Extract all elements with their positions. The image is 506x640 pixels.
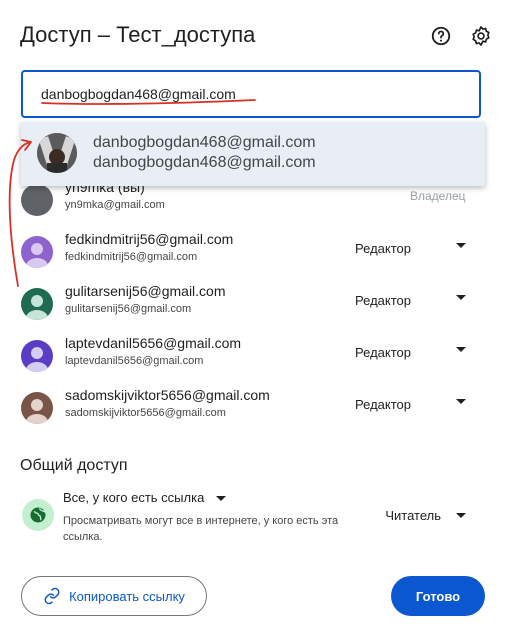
general-access-heading: Общий доступ bbox=[20, 457, 128, 474]
gear-icon bbox=[472, 26, 490, 46]
suggestion-item[interactable]: danbogbogdan468@gmail.com danbogbogdan46… bbox=[21, 122, 485, 186]
person-row: gulitarsenij56@gmail.com gulitarsenij56@… bbox=[0, 283, 506, 335]
link-role-dropdown[interactable]: Читатель bbox=[385, 508, 441, 523]
chevron-down-icon[interactable] bbox=[456, 513, 466, 518]
general-access-option: Все, у кого есть ссылка bbox=[63, 490, 205, 505]
avatar bbox=[21, 236, 53, 268]
chevron-down-icon bbox=[215, 496, 226, 502]
suggestion-name: danbogbogdan468@gmail.com bbox=[93, 134, 316, 151]
person-email: sadomskijviktor5656@gmail.com bbox=[65, 407, 226, 419]
person-name: sadomskijviktor5656@gmail.com bbox=[65, 387, 270, 403]
avatar bbox=[21, 340, 53, 372]
role-dropdown[interactable]: Редактор bbox=[355, 345, 411, 360]
owner-label: Владелец bbox=[410, 189, 466, 203]
chevron-down-icon[interactable] bbox=[456, 399, 466, 404]
person-row-owner: yn9mka (вы) yn9mka@gmail.com Владелец bbox=[0, 179, 506, 231]
copy-link-label: Копировать ссылку bbox=[69, 588, 185, 604]
share-dialog: Доступ – Тест_доступа danbogbogdan468@gm… bbox=[0, 0, 506, 640]
role-dropdown[interactable]: Редактор bbox=[355, 397, 411, 412]
person-name: fedkindmitrij56@gmail.com bbox=[65, 231, 234, 247]
suggestion-avatar bbox=[37, 133, 77, 173]
help-circle-icon bbox=[431, 26, 451, 46]
general-access-description: Просматривать могут все в интернете, у к… bbox=[63, 515, 339, 543]
help-button[interactable] bbox=[429, 24, 453, 48]
person-row: laptevdanil5656@gmail.com laptevdanil565… bbox=[0, 335, 506, 387]
chevron-down-icon[interactable] bbox=[456, 243, 466, 248]
person-name: laptevdanil5656@gmail.com bbox=[65, 335, 242, 351]
chevron-down-icon[interactable] bbox=[456, 295, 466, 300]
general-access-dropdown[interactable]: Все, у кого есть ссылка bbox=[63, 490, 226, 505]
chevron-down-icon[interactable] bbox=[456, 347, 466, 352]
person-email: yn9mka@gmail.com bbox=[65, 199, 165, 211]
add-people-field[interactable] bbox=[21, 70, 481, 118]
copy-link-button[interactable]: Копировать ссылку bbox=[21, 576, 207, 616]
role-dropdown[interactable]: Редактор bbox=[355, 241, 411, 256]
avatar bbox=[21, 392, 53, 424]
person-email: fedkindmitrij56@gmail.com bbox=[65, 251, 198, 263]
add-people-input[interactable] bbox=[41, 86, 461, 102]
role-dropdown[interactable]: Редактор bbox=[355, 293, 411, 308]
person-row: sadomskijviktor5656@gmail.com sadomskijv… bbox=[0, 387, 506, 439]
avatar bbox=[21, 184, 53, 216]
settings-button[interactable] bbox=[469, 24, 493, 48]
person-email: gulitarsenij56@gmail.com bbox=[65, 303, 192, 315]
person-name: gulitarsenij56@gmail.com bbox=[65, 283, 226, 299]
done-button[interactable]: Готово bbox=[391, 576, 485, 616]
dialog-title: Доступ – Тест_доступа bbox=[20, 22, 256, 47]
person-row: fedkindmitrij56@gmail.com fedkindmitrij5… bbox=[0, 231, 506, 283]
person-email: laptevdanil5656@gmail.com bbox=[65, 355, 204, 367]
avatar bbox=[21, 288, 53, 320]
globe-icon bbox=[22, 499, 54, 531]
link-icon bbox=[44, 587, 60, 605]
suggestion-email: danbogbogdan468@gmail.com bbox=[93, 154, 316, 171]
